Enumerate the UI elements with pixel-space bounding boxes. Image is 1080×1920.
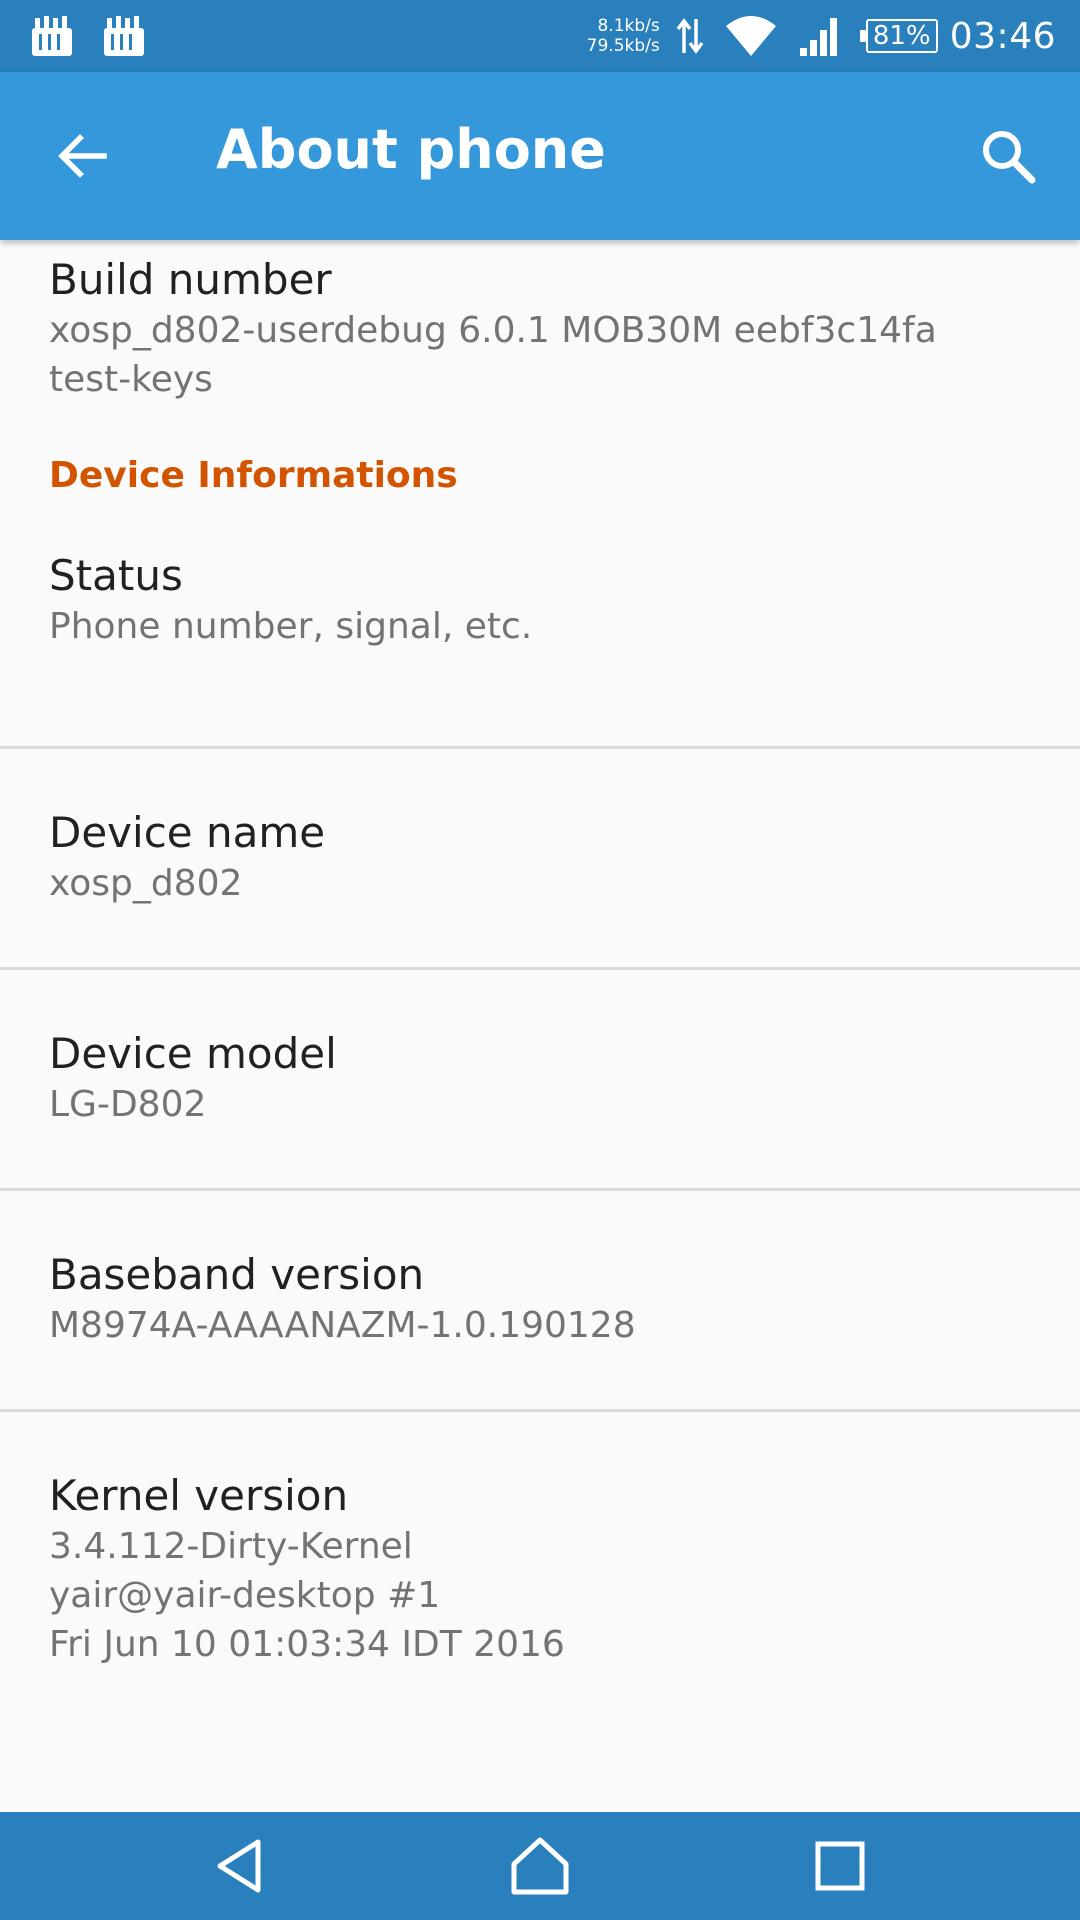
net-down-speed: 79.5kb/s [586,36,660,56]
item-title: Device name [49,808,326,857]
list-item-status[interactable]: Status Phone number, signal, etc. [0,526,1080,746]
item-title: Baseband version [49,1250,425,1299]
app-notification-icon [32,16,72,56]
home-icon[interactable] [508,1834,572,1898]
wifi-icon [725,16,776,56]
item-summary: Phone number, signal, etc. [49,606,533,647]
status-bar: 8.1kb/s 79.5kb/s 81% 03:46 [0,0,1080,72]
app-bar: About phone [0,72,1080,240]
clock: 03:46 [949,15,1056,57]
item-summary: LG-D802 [49,1084,207,1125]
arrow-left-icon[interactable] [52,124,116,188]
list-item-device-name[interactable]: Device name xosp_d802 [0,749,1080,967]
network-speed: 8.1kb/s 79.5kb/s [587,16,660,56]
list-item-kernel-version[interactable]: Kernel version 3.4.112-Dirty-Kernel yair… [0,1412,1080,1702]
recents-square-icon[interactable] [808,1834,872,1898]
list-item-baseband-version[interactable]: Baseband version M8974A-AAAANAZM-1.0.190… [0,1191,1080,1409]
list-item-device-model[interactable]: Device model LG-D802 [0,970,1080,1188]
item-title: Kernel version [49,1471,349,1520]
item-title: Device model [49,1029,337,1078]
page-title: About phone [216,118,606,181]
settings-list: Build number xosp_d802-userdebug 6.0.1 M… [0,240,1080,1702]
navigation-bar [0,1812,1080,1920]
back-triangle-icon[interactable] [208,1834,272,1898]
battery-level: 81% [872,21,931,51]
item-summary: 3.4.112-Dirty-Kernel yair@yair-desktop #… [49,1526,565,1665]
item-summary: xosp_d802-userdebug 6.0.1 MOB30M eebf3c1… [49,310,937,400]
app-notification-icon [104,16,144,56]
item-title: Status [49,551,183,600]
item-title: Build number [49,255,332,304]
cell-signal-icon [799,18,837,56]
item-summary: xosp_d802 [49,863,243,904]
build-number-item[interactable]: Build number xosp_d802-userdebug 6.0.1 M… [0,240,1080,426]
net-up-speed: 8.1kb/s [597,16,660,36]
data-transfer-icon [676,18,704,54]
item-summary: M8974A-AAAANAZM-1.0.190128 [49,1305,636,1346]
battery-icon: 81% [859,19,938,53]
search-icon[interactable] [976,124,1040,188]
category-header: Device Informations [49,455,458,496]
